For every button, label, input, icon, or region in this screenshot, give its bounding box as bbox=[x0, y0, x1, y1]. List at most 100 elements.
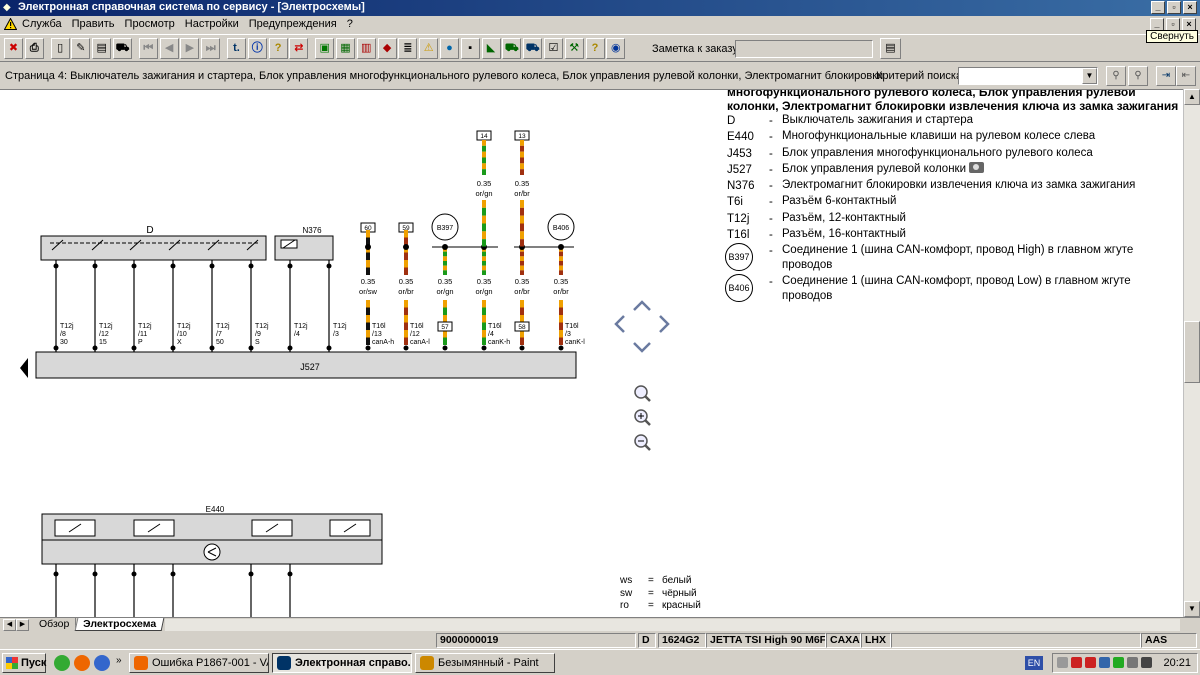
task-firefox[interactable]: Ошибка P1867-001 - VA... bbox=[129, 653, 269, 673]
order-note-field[interactable] bbox=[735, 40, 873, 58]
back-goto-icon[interactable]: ⇤ bbox=[1176, 66, 1196, 86]
zoom-in-icon[interactable] bbox=[634, 409, 651, 426]
start-button[interactable]: Пуск bbox=[2, 653, 46, 673]
minimize-button[interactable]: _ bbox=[1151, 1, 1165, 14]
vehicle-icon[interactable]: ⛟ bbox=[112, 38, 132, 59]
chevron-down-icon[interactable]: ▼ bbox=[1082, 68, 1097, 84]
tab-overview[interactable]: Обзор bbox=[33, 618, 77, 631]
search-person-icon[interactable]: ⚲ bbox=[1106, 66, 1126, 86]
pin-dot bbox=[170, 263, 176, 269]
car-green-icon[interactable]: ⛟ bbox=[502, 38, 522, 59]
tray-app-icon[interactable] bbox=[1113, 657, 1124, 668]
menu-warnings[interactable]: Предупреждения bbox=[249, 18, 337, 30]
scroll-thumb[interactable] bbox=[1184, 321, 1200, 383]
tray-settings-icon[interactable] bbox=[1127, 657, 1138, 668]
edit-document-icon[interactable]: ✎ bbox=[71, 38, 91, 59]
wire-segment bbox=[366, 260, 370, 268]
save-icon[interactable]: ▪ bbox=[460, 38, 480, 59]
quicklaunch-utorrent-icon[interactable] bbox=[54, 655, 70, 671]
zoom-fit-icon[interactable] bbox=[634, 385, 651, 402]
wire-segment bbox=[404, 307, 408, 315]
page-left-arrow-icon[interactable] bbox=[20, 358, 28, 378]
text-jump-icon[interactable]: t. bbox=[226, 38, 246, 59]
book-icon[interactable]: ▣ bbox=[315, 38, 335, 59]
pan-down-icon[interactable] bbox=[633, 342, 651, 353]
manual-icon[interactable]: ▥ bbox=[356, 38, 376, 59]
tab-wiring-diagram[interactable]: Электросхема bbox=[74, 618, 165, 631]
tray-expand-icon[interactable] bbox=[1057, 657, 1068, 668]
menu-help[interactable]: ? bbox=[347, 18, 353, 30]
swap-icon[interactable]: ⇄ bbox=[289, 38, 309, 59]
wire-segment bbox=[366, 237, 370, 245]
horizontal-scrollbar[interactable] bbox=[165, 619, 1180, 631]
globe-icon[interactable]: ● bbox=[439, 38, 459, 59]
network-icon[interactable]: ◉ bbox=[606, 38, 626, 59]
legend-description-text: Выключатель зажигания и стартера bbox=[782, 114, 974, 126]
camera-icon[interactable] bbox=[969, 161, 985, 173]
goto-icon[interactable]: ⇥ bbox=[1156, 66, 1176, 86]
pan-left-icon[interactable] bbox=[614, 315, 625, 333]
quicklaunch-expand-icon[interactable]: » bbox=[116, 655, 122, 666]
diagnostic-icon[interactable]: ◣ bbox=[481, 38, 501, 59]
clipboard-icon[interactable]: ▤ bbox=[880, 38, 901, 59]
menu-edit[interactable]: Править bbox=[72, 18, 115, 30]
zoom-out-icon[interactable] bbox=[634, 434, 651, 451]
print-icon[interactable]: ⎙ bbox=[24, 38, 44, 59]
tray-security-icon[interactable] bbox=[1085, 657, 1096, 668]
search-person-next-icon[interactable]: ⚲ bbox=[1128, 66, 1148, 86]
close-button[interactable]: × bbox=[1183, 1, 1197, 14]
first-page-icon[interactable]: ⏮ bbox=[138, 38, 158, 59]
open-document-icon[interactable]: ▤ bbox=[92, 38, 112, 59]
wire-segment bbox=[559, 330, 563, 338]
question-icon[interactable]: ? bbox=[268, 38, 288, 59]
pan-right-icon[interactable] bbox=[659, 315, 670, 333]
tray-display-icon[interactable] bbox=[1141, 657, 1152, 668]
pin-dot bbox=[558, 345, 564, 351]
connector-label: 14 bbox=[480, 133, 488, 140]
task-service-system[interactable]: Электронная справо... bbox=[272, 653, 412, 673]
menu-view[interactable]: Просмотр bbox=[125, 18, 175, 30]
vertical-scrollbar[interactable]: ▲ ▼ bbox=[1183, 89, 1200, 617]
tray-network-icon[interactable] bbox=[1071, 657, 1082, 668]
firefox-icon bbox=[134, 656, 148, 670]
language-indicator[interactable]: EN bbox=[1025, 656, 1043, 670]
pin-label: /4 bbox=[488, 331, 494, 338]
help-book-icon[interactable]: ? bbox=[585, 38, 605, 59]
wire-segment bbox=[559, 300, 563, 308]
quicklaunch-browser-icon[interactable] bbox=[94, 655, 110, 671]
task-paint[interactable]: Безымянный - Paint bbox=[415, 653, 555, 673]
new-document-icon[interactable]: ▯ bbox=[50, 38, 70, 59]
repair-book-icon[interactable]: ◆ bbox=[377, 38, 397, 59]
calculator-icon[interactable]: ▦ bbox=[335, 38, 355, 59]
last-page-icon[interactable]: ⏭ bbox=[201, 38, 221, 59]
transistor-icon bbox=[203, 543, 221, 561]
scroll-up-icon[interactable]: ▲ bbox=[1184, 89, 1200, 105]
wire-segment bbox=[520, 256, 524, 261]
pin-label: /13 bbox=[372, 331, 382, 338]
next-page-icon[interactable]: ▶ bbox=[180, 38, 200, 59]
wire-segment bbox=[482, 215, 486, 224]
quicklaunch-firefox-icon[interactable] bbox=[74, 655, 90, 671]
diagram-viewport[interactable]: J527 D N376 T12j/8 30 T12j/12 15 T12j/11 P T12… bbox=[0, 89, 1183, 617]
pan-up-icon[interactable] bbox=[633, 300, 651, 311]
tab-next-icon[interactable]: ▶ bbox=[16, 619, 29, 631]
tab-prev-icon[interactable]: ◀ bbox=[3, 619, 16, 631]
tools-icon[interactable]: ⚒ bbox=[564, 38, 584, 59]
pin-label: P bbox=[138, 339, 143, 346]
wire-segment bbox=[520, 207, 524, 216]
info-icon[interactable]: ⓘ bbox=[247, 38, 267, 59]
menu-service[interactable]: Служба bbox=[22, 18, 62, 30]
warning-icon[interactable] bbox=[4, 18, 17, 30]
warning-toolbar-icon[interactable]: ⚠ bbox=[419, 38, 439, 59]
legend-description-text: Блок управления многофункционального рул… bbox=[782, 146, 1093, 159]
car-blue-icon[interactable]: ⛟ bbox=[523, 38, 543, 59]
checklist-icon[interactable]: ☑ bbox=[543, 38, 563, 59]
scroll-down-icon[interactable]: ▼ bbox=[1184, 601, 1200, 617]
exit-icon[interactable]: ✖ bbox=[4, 38, 23, 59]
tray-volume-icon[interactable] bbox=[1099, 657, 1110, 668]
previous-page-icon[interactable]: ◀ bbox=[159, 38, 179, 59]
search-criteria-select[interactable]: ▼ bbox=[958, 67, 1098, 85]
maximize-button[interactable]: ▫ bbox=[1167, 1, 1181, 14]
menu-settings[interactable]: Настройки bbox=[185, 18, 239, 30]
list-icon[interactable]: ≣ bbox=[398, 38, 418, 59]
